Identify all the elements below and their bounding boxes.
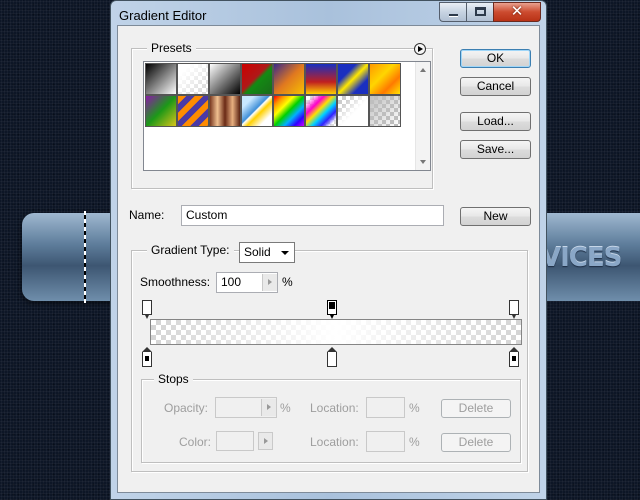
dialog-client-area: Presets OK Cancel Load... Save... Name: … bbox=[117, 25, 540, 493]
color-swatch[interactable] bbox=[216, 431, 254, 451]
color-stop[interactable] bbox=[142, 347, 152, 367]
background-banner-text: VICES bbox=[541, 243, 622, 273]
preset-swatch[interactable] bbox=[305, 95, 337, 127]
color-stop[interactable] bbox=[327, 347, 337, 367]
opacity-stop-selected[interactable] bbox=[327, 300, 337, 319]
gradient-editor-window: Gradient Editor ✕ Presets OK Cancel Load… bbox=[110, 0, 547, 500]
color-location-input[interactable] bbox=[366, 431, 405, 452]
maximize-icon bbox=[475, 7, 486, 16]
preset-swatch[interactable] bbox=[209, 95, 241, 127]
preset-swatch[interactable] bbox=[305, 63, 337, 95]
smoothness-label: Smoothness: bbox=[140, 275, 211, 289]
selection-marquee bbox=[84, 211, 86, 303]
close-icon: ✕ bbox=[510, 2, 524, 20]
scroll-down-icon[interactable] bbox=[420, 160, 426, 164]
preset-swatch[interactable] bbox=[369, 63, 401, 95]
gradient-type-label: Gradient Type: bbox=[147, 243, 234, 257]
opacity-spin-icon[interactable] bbox=[261, 399, 276, 416]
opacity-unit: % bbox=[280, 401, 291, 415]
gradient-preview-bar[interactable] bbox=[150, 319, 522, 345]
color-stop[interactable] bbox=[509, 347, 519, 367]
opacity-location-unit: % bbox=[409, 401, 420, 415]
opacity-location-label: Location: bbox=[310, 401, 359, 415]
minimize-button[interactable] bbox=[439, 2, 467, 22]
smoothness-input[interactable]: 100 bbox=[216, 272, 278, 293]
preset-list-scrollbar[interactable] bbox=[415, 62, 430, 170]
gradient-type-value: Solid bbox=[244, 245, 271, 259]
preset-list[interactable] bbox=[143, 61, 431, 171]
preset-swatch[interactable] bbox=[241, 95, 273, 127]
name-label: Name: bbox=[129, 208, 165, 222]
color-label: Color: bbox=[179, 435, 212, 449]
color-arrow-icon[interactable] bbox=[258, 432, 273, 450]
load-button[interactable]: Load... bbox=[460, 112, 531, 131]
presets-menu-icon[interactable] bbox=[414, 43, 426, 55]
color-location-unit: % bbox=[409, 435, 420, 449]
preset-swatch[interactable] bbox=[369, 95, 401, 127]
preset-swatch[interactable] bbox=[177, 95, 209, 127]
stops-label: Stops bbox=[154, 372, 193, 386]
opacity-stop[interactable] bbox=[509, 300, 519, 319]
delete-opacity-stop-button[interactable]: Delete bbox=[441, 399, 511, 418]
preset-swatch[interactable] bbox=[209, 63, 241, 95]
smoothness-value: 100 bbox=[221, 275, 242, 289]
new-button[interactable]: New bbox=[460, 207, 531, 226]
ok-button[interactable]: OK bbox=[460, 49, 531, 68]
preset-swatch-grid bbox=[145, 63, 403, 127]
window-title: Gradient Editor bbox=[119, 8, 207, 23]
preset-swatch[interactable] bbox=[241, 63, 273, 95]
preset-swatch[interactable] bbox=[337, 63, 369, 95]
gradient-type-select[interactable]: Solid bbox=[239, 242, 295, 263]
maximize-button[interactable] bbox=[466, 2, 494, 22]
smoothness-unit: % bbox=[282, 275, 293, 289]
delete-color-stop-button[interactable]: Delete bbox=[441, 433, 511, 452]
name-input[interactable]: Custom bbox=[181, 205, 444, 226]
chevron-down-icon bbox=[281, 251, 289, 255]
preset-swatch[interactable] bbox=[177, 63, 209, 95]
minimize-icon bbox=[449, 14, 458, 17]
presets-group: Presets bbox=[131, 41, 433, 189]
opacity-location-input[interactable] bbox=[366, 397, 405, 418]
save-button[interactable]: Save... bbox=[460, 140, 531, 159]
opacity-label: Opacity: bbox=[164, 401, 209, 415]
preset-swatch[interactable] bbox=[273, 95, 305, 127]
scroll-up-icon[interactable] bbox=[420, 68, 426, 72]
preset-swatch[interactable] bbox=[145, 63, 177, 95]
color-location-label: Location: bbox=[310, 435, 359, 449]
opacity-stop[interactable] bbox=[142, 300, 152, 319]
background-banner-left bbox=[22, 213, 122, 301]
close-button[interactable]: ✕ bbox=[493, 2, 541, 22]
preset-swatch[interactable] bbox=[273, 63, 305, 95]
smoothness-spin-icon[interactable] bbox=[262, 274, 277, 291]
preset-swatch[interactable] bbox=[337, 95, 369, 127]
opacity-input[interactable] bbox=[215, 397, 277, 418]
preset-swatch[interactable] bbox=[145, 95, 177, 127]
cancel-button[interactable]: Cancel bbox=[460, 77, 531, 96]
presets-label: Presets bbox=[147, 41, 196, 55]
